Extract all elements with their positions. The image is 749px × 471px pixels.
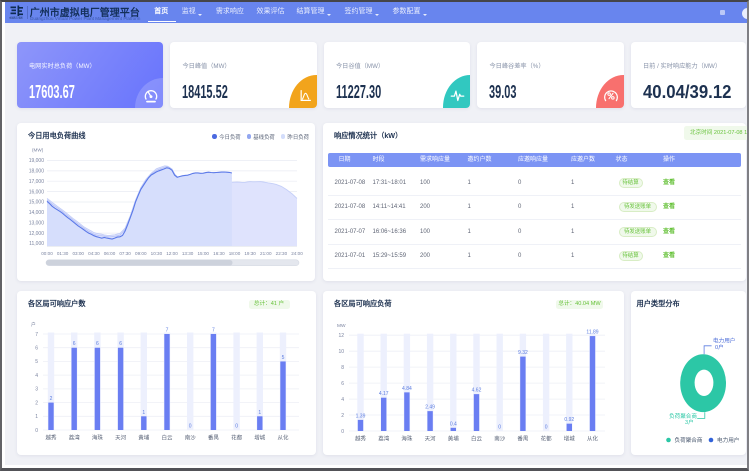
svg-text:负荷聚合商: 负荷聚合商 <box>669 412 697 420</box>
svg-text:09:00: 09:00 <box>135 251 147 256</box>
svg-text:9.32: 9.32 <box>518 350 528 356</box>
svg-text:0: 0 <box>35 427 38 433</box>
svg-text:海珠: 海珠 <box>401 434 413 442</box>
svg-text:4: 4 <box>341 396 344 402</box>
svg-text:03:00: 03:00 <box>72 251 84 256</box>
svg-text:番禺: 番禺 <box>517 435 528 442</box>
svg-text:04:30: 04:30 <box>88 251 100 256</box>
svg-text:16:30: 16:30 <box>213 251 225 256</box>
svg-text:6: 6 <box>96 341 99 347</box>
svg-text:06:00: 06:00 <box>103 251 115 256</box>
svg-text:0: 0 <box>341 428 344 434</box>
svg-text:番禺: 番禺 <box>207 434 218 441</box>
svg-text:电力用户: 电力用户 <box>717 436 739 444</box>
svg-text:2.49: 2.49 <box>425 404 435 410</box>
svg-text:18,000: 18,000 <box>28 168 44 174</box>
svg-text:4: 4 <box>35 372 38 378</box>
svg-text:2: 2 <box>341 412 344 418</box>
svg-text:海珠: 海珠 <box>91 433 103 441</box>
svg-text:15,000: 15,000 <box>28 199 44 205</box>
svg-text:南沙: 南沙 <box>494 434 506 442</box>
svg-text:黄埔: 黄埔 <box>447 434 459 442</box>
svg-text:越秀: 越秀 <box>45 433 57 441</box>
svg-text:19,000: 19,000 <box>28 158 44 164</box>
svg-text:增城: 增城 <box>563 434 575 442</box>
svg-text:黄埔: 黄埔 <box>138 433 150 441</box>
svg-text:0: 0 <box>544 424 547 430</box>
svg-text:2: 2 <box>35 400 38 406</box>
svg-text:7: 7 <box>165 327 168 333</box>
svg-text:3: 3 <box>35 386 38 392</box>
svg-text:0: 0 <box>188 423 191 429</box>
svg-text:14,000: 14,000 <box>28 210 44 216</box>
svg-text:4.17: 4.17 <box>378 391 388 397</box>
svg-text:MW: MW <box>337 323 346 329</box>
svg-text:荔湾: 荔湾 <box>68 433 80 441</box>
svg-text:从化: 从化 <box>277 433 289 441</box>
svg-text:南沙: 南沙 <box>184 433 196 441</box>
svg-text:花都: 花都 <box>231 433 243 441</box>
svg-text:户: 户 <box>31 321 36 328</box>
svg-text:13:30: 13:30 <box>181 251 193 256</box>
svg-text:6: 6 <box>119 341 122 347</box>
svg-text:7: 7 <box>212 327 215 333</box>
svg-text:15:00: 15:00 <box>197 251 209 256</box>
svg-text:10: 10 <box>338 349 344 355</box>
svg-text:3户: 3户 <box>685 418 694 426</box>
svg-text:11.89: 11.89 <box>586 329 598 335</box>
svg-text:2: 2 <box>49 396 52 402</box>
svg-text:(MW): (MW) <box>32 147 44 152</box>
svg-text:负荷聚合商: 负荷聚合商 <box>675 436 703 444</box>
svg-text:01:30: 01:30 <box>56 251 68 256</box>
svg-text:18:00: 18:00 <box>228 251 240 256</box>
svg-text:21:00: 21:00 <box>260 251 272 256</box>
svg-text:12,000: 12,000 <box>28 230 44 236</box>
svg-text:白云: 白云 <box>470 434 482 442</box>
svg-text:天河: 天河 <box>115 433 127 441</box>
svg-text:07:30: 07:30 <box>119 251 131 256</box>
svg-text:6: 6 <box>341 380 344 386</box>
svg-text:17,000: 17,000 <box>28 179 44 185</box>
svg-text:4.62: 4.62 <box>471 387 481 393</box>
svg-text:0.92: 0.92 <box>564 417 574 423</box>
svg-text:0户: 0户 <box>715 343 724 351</box>
svg-text:16,000: 16,000 <box>28 189 44 195</box>
svg-text:荔湾: 荔湾 <box>378 434 390 442</box>
svg-text:5: 5 <box>35 359 38 365</box>
svg-text:12:00: 12:00 <box>166 251 178 256</box>
svg-text:电力用户: 电力用户 <box>713 336 735 344</box>
svg-text:7: 7 <box>35 331 38 337</box>
svg-text:8: 8 <box>341 364 344 370</box>
svg-text:24:00: 24:00 <box>291 251 303 256</box>
svg-text:1: 1 <box>35 414 38 420</box>
svg-text:5: 5 <box>281 354 284 360</box>
svg-text:19:30: 19:30 <box>244 251 256 256</box>
svg-text:11,000: 11,000 <box>29 241 44 247</box>
svg-text:增城: 增城 <box>254 433 266 441</box>
svg-text:1.39: 1.39 <box>355 413 365 419</box>
svg-text:6: 6 <box>72 341 75 347</box>
svg-text:1: 1 <box>142 409 145 415</box>
svg-text:12: 12 <box>338 333 344 339</box>
svg-text:4.84: 4.84 <box>402 385 412 391</box>
svg-text:0.4: 0.4 <box>449 421 456 427</box>
svg-text:0: 0 <box>498 424 501 430</box>
svg-text:越秀: 越秀 <box>354 434 366 442</box>
svg-text:00:00: 00:00 <box>41 251 53 256</box>
svg-text:从化: 从化 <box>586 434 598 442</box>
svg-text:10:30: 10:30 <box>150 251 162 256</box>
svg-text:6: 6 <box>35 345 38 351</box>
svg-text:13,000: 13,000 <box>28 220 44 226</box>
svg-text:白云: 白云 <box>161 433 173 441</box>
svg-text:22:30: 22:30 <box>275 251 287 256</box>
svg-text:花都: 花都 <box>540 434 552 442</box>
svg-text:天河: 天河 <box>424 434 436 442</box>
svg-text:0: 0 <box>235 423 238 429</box>
svg-text:1: 1 <box>258 409 261 415</box>
